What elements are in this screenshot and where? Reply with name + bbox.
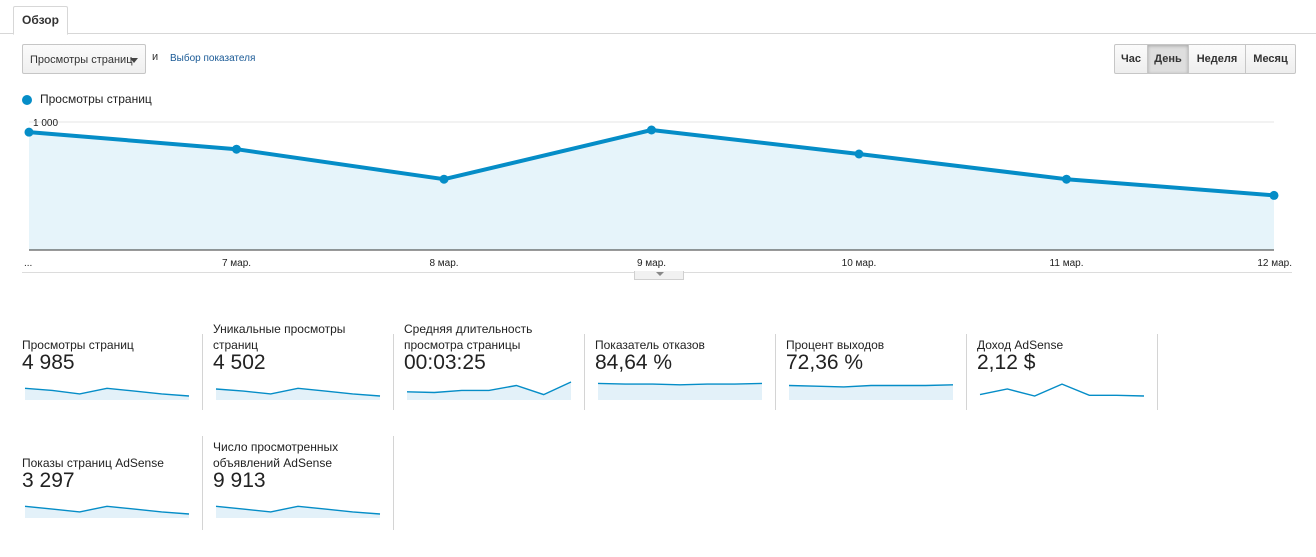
metric-sparkline bbox=[406, 381, 572, 400]
x-tick-label: 9 мар. bbox=[637, 258, 666, 269]
metric-sparkline bbox=[788, 384, 954, 400]
data-point[interactable] bbox=[24, 127, 34, 137]
period-toggle: Час День Неделя Месяц bbox=[1114, 44, 1296, 74]
and-label: и bbox=[152, 51, 159, 63]
metric-divider bbox=[393, 436, 394, 530]
metric-sparkline bbox=[215, 387, 381, 400]
metric-value: 84,64 % bbox=[595, 351, 673, 374]
metric-value: 4 985 bbox=[22, 351, 75, 374]
period-month-button[interactable]: Месяц bbox=[1245, 44, 1296, 74]
metric-value: 2,12 $ bbox=[977, 351, 1036, 374]
chart-controls: Просмотры страниц и Выбор показателя Час… bbox=[0, 40, 1316, 80]
metric-card[interactable]: Средняя длительность просмотра страницы 0… bbox=[404, 322, 585, 415]
metric-card[interactable]: Показы страниц AdSense 3 297 bbox=[22, 445, 203, 533]
sparkline-line bbox=[979, 383, 1145, 397]
metric-value: 72,36 % bbox=[786, 351, 864, 374]
period-hour-button[interactable]: Час bbox=[1114, 44, 1148, 74]
chevron-down-icon bbox=[130, 58, 138, 63]
metric-sparkline bbox=[24, 505, 190, 518]
sparkline-area bbox=[598, 383, 762, 400]
sparkline-line bbox=[597, 382, 763, 386]
metric-card[interactable]: Уникальные просмотры страниц 4 502 bbox=[213, 322, 394, 415]
collapse-chart-button[interactable] bbox=[634, 271, 684, 280]
data-point[interactable] bbox=[439, 174, 449, 184]
pageviews-chart: 1 000500...7 мар.8 мар.9 мар.10 мар.11 м… bbox=[24, 118, 1292, 269]
metric-card[interactable]: Процент выходов 72,36 % bbox=[786, 327, 967, 415]
x-tick-label: 11 мар. bbox=[1050, 258, 1084, 269]
metric-sparkline bbox=[24, 387, 190, 400]
metric-title: Уникальные просмотры страниц bbox=[213, 322, 346, 352]
metric-divider bbox=[393, 334, 394, 410]
metric-value: 3 297 bbox=[22, 469, 75, 492]
select-metric-link[interactable]: Выбор показателя bbox=[170, 53, 255, 64]
tab-overview[interactable]: Обзор bbox=[13, 6, 68, 35]
metric-sparkline bbox=[597, 382, 763, 400]
data-point[interactable] bbox=[232, 144, 241, 154]
metric-value: 9 913 bbox=[213, 469, 266, 492]
metric-divider bbox=[584, 334, 585, 410]
metric-card[interactable]: Доход AdSense 2,12 $ bbox=[977, 327, 1158, 415]
period-day-button[interactable]: День bbox=[1147, 44, 1189, 74]
metric-divider bbox=[202, 334, 203, 410]
tab-bar: Обзор bbox=[0, 0, 1316, 35]
metric-divider bbox=[202, 436, 203, 530]
data-point[interactable] bbox=[1062, 174, 1071, 184]
metric-card[interactable]: Число просмотренных объявлений AdSense 9 … bbox=[213, 440, 394, 533]
metric-select-value: Просмотры страниц bbox=[30, 54, 133, 66]
metric-sparkline bbox=[979, 383, 1145, 397]
chevron-down-icon bbox=[656, 272, 664, 276]
data-point[interactable] bbox=[1269, 190, 1279, 200]
legend-dot-icon bbox=[22, 95, 32, 105]
metric-card[interactable]: Показатель отказов 84,64 % bbox=[595, 327, 776, 415]
metric-select[interactable]: Просмотры страниц bbox=[22, 44, 146, 74]
x-tick-label: 8 мар. bbox=[429, 258, 458, 269]
data-point[interactable] bbox=[647, 125, 656, 135]
metric-title: Число просмотренных объявлений AdSense bbox=[213, 440, 339, 470]
period-week-button[interactable]: Неделя bbox=[1188, 44, 1246, 74]
metric-divider bbox=[1157, 334, 1158, 410]
metric-card[interactable]: Просмотры страниц 4 985 bbox=[22, 327, 203, 415]
legend-label: Просмотры страниц bbox=[40, 92, 152, 106]
tab-bar-divider bbox=[0, 33, 1316, 34]
metric-divider bbox=[966, 334, 967, 410]
metric-value: 4 502 bbox=[213, 351, 266, 374]
sparkline-area bbox=[789, 384, 953, 400]
metric-value: 00:03:25 bbox=[404, 351, 486, 374]
y-tick-label: 1 000 bbox=[33, 118, 58, 129]
metric-sparkline bbox=[215, 505, 381, 518]
x-tick-label: 10 мар. bbox=[842, 258, 877, 269]
x-tick-label: 12 мар. bbox=[1257, 258, 1292, 269]
metric-divider bbox=[775, 334, 776, 410]
x-tick-label: ... bbox=[24, 258, 32, 269]
metric-title: Средняя длительность просмотра страницы bbox=[404, 322, 533, 352]
x-tick-label: 7 мар. bbox=[222, 258, 251, 269]
data-point[interactable] bbox=[854, 149, 864, 159]
